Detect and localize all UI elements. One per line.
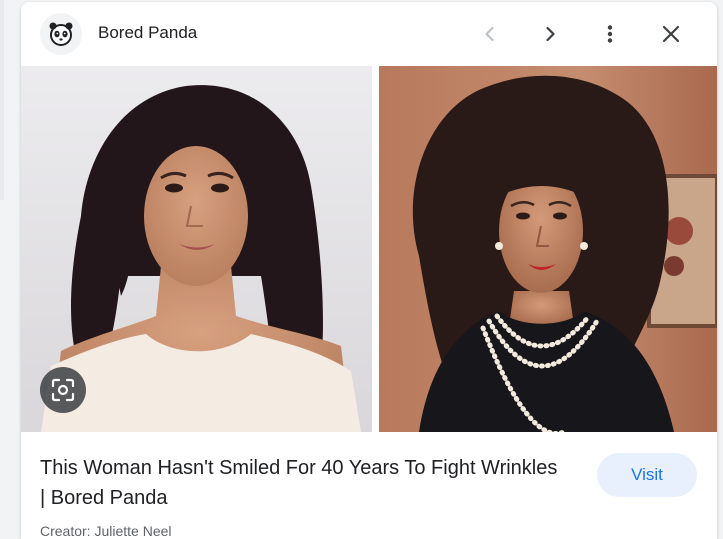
previous-button[interactable] <box>472 16 508 52</box>
close-button[interactable] <box>653 16 689 52</box>
image-strip <box>21 66 717 432</box>
result-title[interactable]: This Woman Hasn't Smiled For 40 Years To… <box>40 453 560 513</box>
image-preview-panel: Bored Panda This Woman Hasn't Smiled For… <box>21 2 717 539</box>
creator-credit: Creator: Juliette Neel <box>40 523 172 539</box>
site-favicon[interactable] <box>40 13 82 55</box>
chevron-left-icon <box>485 26 494 42</box>
preview-header: Bored Panda <box>21 2 717 66</box>
close-icon <box>662 25 680 43</box>
next-button[interactable] <box>532 16 568 52</box>
woman-portrait-now-image[interactable] <box>21 66 372 432</box>
more-vert-icon <box>607 25 613 43</box>
panda-icon <box>49 22 73 46</box>
visit-button[interactable]: Visit <box>597 453 697 497</box>
site-name[interactable]: Bored Panda <box>98 23 197 43</box>
google-lens-button[interactable] <box>40 367 86 413</box>
background-result-edge <box>0 0 4 200</box>
google-lens-icon <box>51 378 75 402</box>
more-options-button[interactable] <box>592 16 628 52</box>
chevron-right-icon <box>546 26 555 42</box>
woman-portrait-vintage-image[interactable] <box>379 66 717 432</box>
